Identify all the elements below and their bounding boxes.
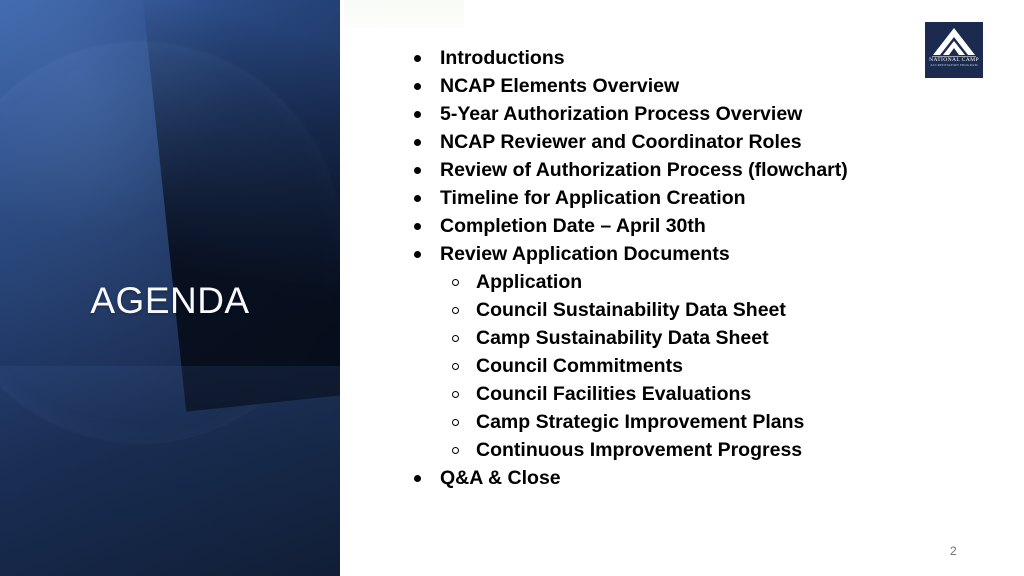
sub-list-item: Camp Sustainability Data Sheet xyxy=(404,324,924,352)
list-item: Completion Date – April 30th xyxy=(404,212,924,240)
bullet-icon xyxy=(414,111,421,118)
hollow-bullet-icon xyxy=(452,391,459,398)
list-item-label: Introductions xyxy=(440,47,565,69)
list-item: Q&A & Close xyxy=(404,464,924,492)
bullet-icon xyxy=(414,55,421,62)
list-item-label: NCAP Elements Overview xyxy=(440,75,680,97)
bullet-icon xyxy=(414,195,421,202)
list-item-label: Review of Authorization Process (flowcha… xyxy=(440,159,848,181)
top-artifact xyxy=(344,0,464,28)
list-item: Review Application Documents xyxy=(404,240,924,268)
page-number: 2 xyxy=(950,544,957,558)
list-item-label: 5-Year Authorization Process Overview xyxy=(440,103,803,125)
agenda-level1-list: Introductions NCAP Elements Overview 5-Y… xyxy=(404,44,924,268)
sub-list-item: Camp Strategic Improvement Plans xyxy=(404,408,924,436)
bullet-icon xyxy=(414,167,421,174)
agenda-list: Introductions NCAP Elements Overview 5-Y… xyxy=(404,44,924,492)
bullet-icon xyxy=(414,83,421,90)
list-item-label: Q&A & Close xyxy=(440,467,561,489)
hollow-bullet-icon xyxy=(452,335,459,342)
sub-list-item-label: Continuous Improvement Progress xyxy=(476,439,803,461)
hollow-bullet-icon xyxy=(452,447,459,454)
list-item: Timeline for Application Creation xyxy=(404,184,924,212)
list-item: 5-Year Authorization Process Overview xyxy=(404,100,924,128)
sub-list-item: Council Facilities Evaluations xyxy=(404,380,924,408)
bullet-icon xyxy=(414,475,421,482)
sub-list-item: Continuous Improvement Progress xyxy=(404,436,924,464)
sub-list-item-label: Camp Sustainability Data Sheet xyxy=(476,327,769,349)
agenda-level2-list: Application Council Sustainability Data … xyxy=(404,268,924,464)
bullet-icon xyxy=(414,223,421,230)
sub-list-item: Application xyxy=(404,268,924,296)
sub-list-item: Council Sustainability Data Sheet xyxy=(404,296,924,324)
logo-triangle-icon xyxy=(933,28,975,55)
hollow-bullet-icon xyxy=(452,363,459,370)
list-item-label: Timeline for Application Creation xyxy=(440,187,746,209)
sub-list-item-label: Application xyxy=(476,271,583,293)
list-item: NCAP Elements Overview xyxy=(404,72,924,100)
sub-list-item-label: Council Sustainability Data Sheet xyxy=(476,299,786,321)
sub-list-item-label: Council Commitments xyxy=(476,355,683,377)
hollow-bullet-icon xyxy=(452,279,459,286)
list-item-label: Completion Date – April 30th xyxy=(440,215,706,237)
bullet-icon xyxy=(414,251,421,258)
sub-list-item-label: Camp Strategic Improvement Plans xyxy=(476,411,805,433)
logo-subtext: ACCREDITATION PROGRAM xyxy=(930,63,978,67)
hollow-bullet-icon xyxy=(452,307,459,314)
sub-list-item: Council Commitments xyxy=(404,352,924,380)
list-item: NCAP Reviewer and Coordinator Roles xyxy=(404,128,924,156)
list-item-label: Review Application Documents xyxy=(440,243,730,265)
agenda-level1-list-end: Q&A & Close xyxy=(404,464,924,492)
list-item: Review of Authorization Process (flowcha… xyxy=(404,156,924,184)
list-item-label: NCAP Reviewer and Coordinator Roles xyxy=(440,131,802,153)
hollow-bullet-icon xyxy=(452,419,459,426)
bullet-icon xyxy=(414,139,421,146)
list-item: Introductions xyxy=(404,44,924,72)
sub-list-item-label: Council Facilities Evaluations xyxy=(476,383,752,405)
national-camp-logo: NATIONAL CAMP ACCREDITATION PROGRAM xyxy=(925,22,983,78)
page-title: AGENDA xyxy=(90,280,250,321)
slide: AGENDA Introductions NCAP Elements Overv… xyxy=(0,0,1024,576)
panel-band-decoration xyxy=(0,366,340,576)
